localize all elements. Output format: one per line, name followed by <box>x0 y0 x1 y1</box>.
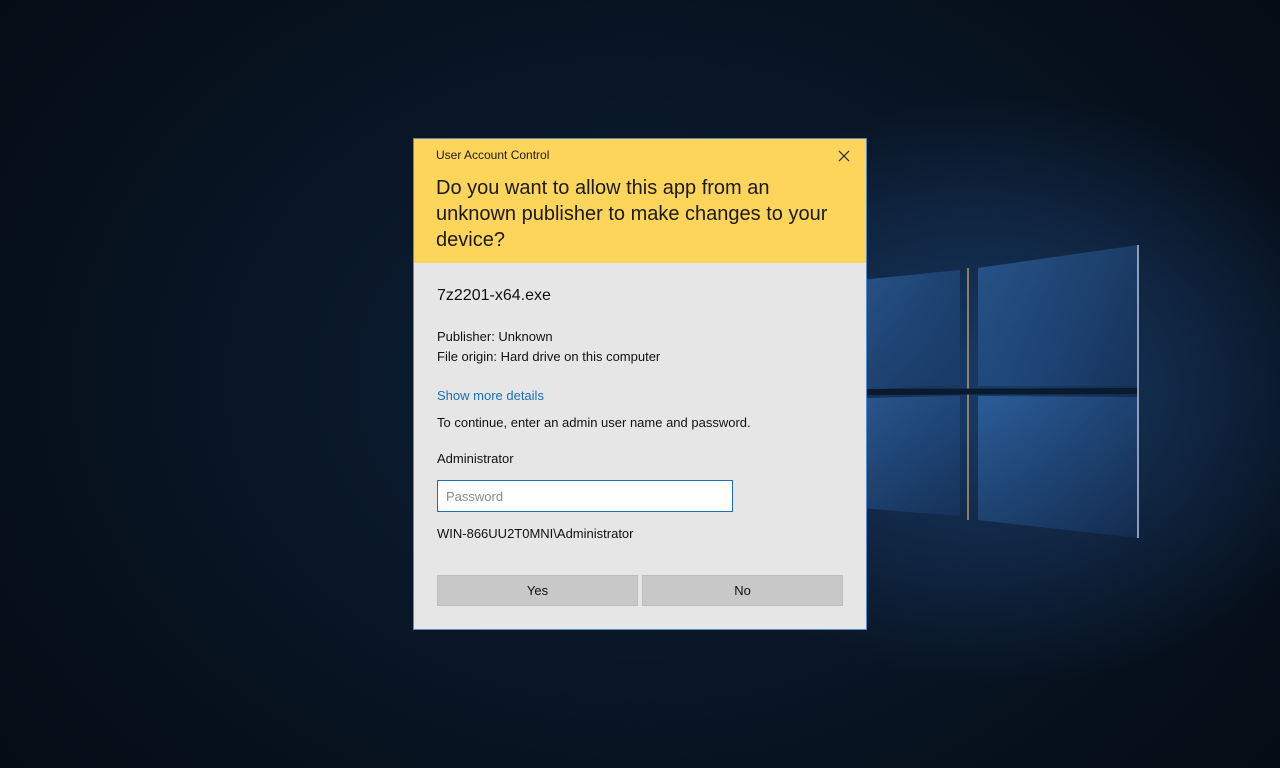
close-icon <box>838 150 850 162</box>
uac-header: User Account Control Do you want to allo… <box>414 139 866 263</box>
no-button[interactable]: No <box>642 575 843 606</box>
windows-logo-icon <box>860 240 1150 550</box>
yes-button[interactable]: Yes <box>437 575 638 606</box>
file-origin-label: File origin: Hard drive on this computer <box>437 349 661 364</box>
continue-prompt: To continue, enter an admin user name an… <box>437 415 751 430</box>
uac-dialog: User Account Control Do you want to allo… <box>413 138 867 630</box>
show-more-details-link[interactable]: Show more details <box>437 388 544 403</box>
username-label: Administrator <box>437 451 514 466</box>
close-button[interactable] <box>830 145 858 167</box>
uac-question: Do you want to allow this app from an un… <box>436 177 828 251</box>
account-label: WIN-866UU2T0MNI\Administrator <box>437 526 634 541</box>
publisher-label: Publisher: Unknown <box>437 329 553 344</box>
password-input[interactable] <box>437 480 733 512</box>
app-name: 7z2201-x64.exe <box>437 287 551 304</box>
window-title: User Account Control <box>436 148 550 162</box>
